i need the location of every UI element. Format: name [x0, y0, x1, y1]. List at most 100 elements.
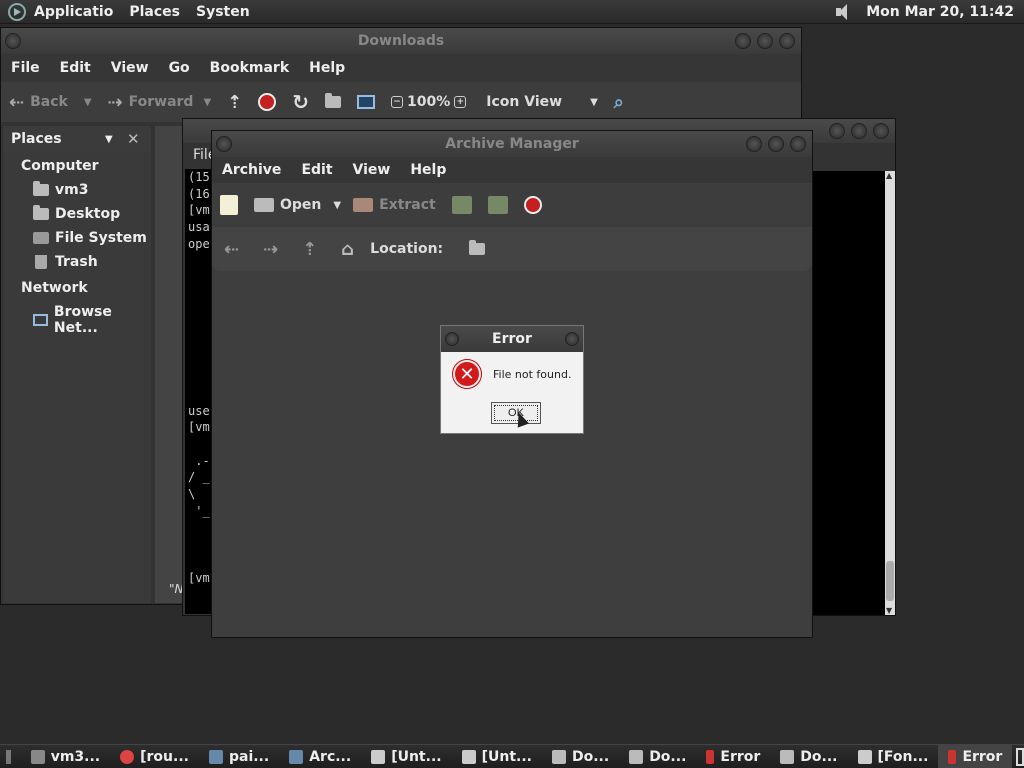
stop-button[interactable]: [250, 93, 284, 111]
taskbar-item-error-2[interactable]: Error: [938, 744, 1013, 768]
zoom-in-icon[interactable]: +: [454, 96, 467, 108]
menu-applications[interactable]: Applicatio: [26, 4, 121, 20]
window-menu-icon[interactable]: [216, 136, 232, 152]
sidebar-close-icon[interactable]: ✕: [127, 130, 140, 148]
minimize-icon[interactable]: [735, 33, 751, 49]
taskbar-item-archive[interactable]: Arc...: [279, 745, 361, 768]
location-bar: ⇠ ⇢ ⇡ ⌂ Location:: [212, 227, 812, 271]
close-icon[interactable]: [790, 136, 806, 152]
sidebar-item-browse-network[interactable]: Browse Net...: [3, 300, 151, 340]
taskbar-item-browser[interactable]: [rou...: [110, 745, 199, 768]
downloads-content[interactable]: "N: [155, 126, 185, 603]
add-files-button[interactable]: [444, 196, 480, 214]
location-folder-icon[interactable]: [469, 240, 486, 255]
menu-file[interactable]: File: [1, 60, 50, 76]
menu-edit[interactable]: Edit: [50, 60, 101, 76]
up-arrow-icon: ⇡: [227, 91, 243, 113]
extract-button[interactable]: Extract: [345, 197, 444, 213]
computer-button[interactable]: [349, 95, 383, 109]
taskbar-item-downloads-2[interactable]: Do...: [619, 745, 696, 768]
new-archive-button[interactable]: [212, 195, 246, 215]
close-icon[interactable]: [565, 332, 579, 346]
back-arrow-icon: ⇠: [9, 91, 25, 113]
sidebar-item-trash[interactable]: Trash: [3, 250, 151, 274]
menu-help[interactable]: Help: [400, 162, 456, 178]
open-button[interactable]: Open: [246, 197, 329, 213]
menu-places[interactable]: Places: [121, 4, 188, 20]
window-menu-icon[interactable]: [5, 33, 21, 49]
menu-bookmarks[interactable]: Bookmark: [200, 60, 299, 76]
workspace-switcher-icon[interactable]: [1016, 747, 1024, 766]
menu-edit[interactable]: Edit: [291, 162, 342, 178]
scroll-up-icon[interactable]: ▲: [886, 171, 892, 180]
close-icon[interactable]: [873, 123, 889, 139]
view-mode-select[interactable]: Icon View ▼: [478, 94, 606, 110]
maximize-icon[interactable]: [757, 33, 773, 49]
up-button[interactable]: ⇡: [219, 92, 250, 113]
taskbar-item-downloads-3[interactable]: Do...: [770, 745, 847, 768]
error-message: File not found.: [493, 367, 572, 381]
taskbar-item-untitled-1[interactable]: [Unt...: [361, 745, 451, 768]
archive-toolbar: Open ▼ Extract: [212, 183, 812, 227]
maximize-icon[interactable]: [851, 123, 867, 139]
volume-icon[interactable]: [834, 4, 852, 20]
forward-dropdown-icon[interactable]: ▼: [203, 97, 211, 108]
places-dropdown-icon[interactable]: ▼: [105, 134, 113, 145]
home-button[interactable]: [317, 93, 349, 108]
menu-system[interactable]: Systen: [188, 4, 258, 20]
taskbar-item-error-1[interactable]: Error: [696, 745, 770, 768]
forward-arrow-icon[interactable]: ⇢: [251, 239, 290, 260]
taskbar-item-downloads-1[interactable]: Do...: [542, 745, 619, 768]
terminal-output[interactable]: (15 (16 [vm usa ope use [vm .- / _ \ '_ [vm: [185, 169, 213, 614]
search-button[interactable]: ⌕: [606, 92, 632, 113]
back-dropdown-icon[interactable]: ▼: [84, 97, 92, 108]
stop-button[interactable]: [516, 196, 550, 214]
open-icon: [254, 198, 274, 212]
places-header[interactable]: Places ▼ ✕: [3, 126, 151, 152]
close-icon[interactable]: [779, 33, 795, 49]
forward-button[interactable]: ⇢ Forward ▼: [100, 92, 220, 113]
menu-archive[interactable]: Archive: [212, 162, 291, 178]
window-menu-icon[interactable]: [445, 332, 459, 346]
scroll-down-icon[interactable]: ▼: [886, 606, 892, 615]
sidebar-item-desktop[interactable]: Desktop: [3, 202, 151, 226]
add-folder-button[interactable]: [480, 196, 516, 214]
scroll-thumb[interactable]: [886, 561, 894, 601]
minimize-icon[interactable]: [829, 123, 845, 139]
archive-titlebar[interactable]: Archive Manager: [212, 131, 812, 157]
clock[interactable]: Mon Mar 20, 11:42: [866, 4, 1014, 20]
minimize-icon[interactable]: [746, 136, 762, 152]
taskbar-item-untitled-2[interactable]: [Unt...: [452, 745, 542, 768]
terminal-right-pane[interactable]: [813, 171, 885, 615]
downloads-titlebar[interactable]: Downloads: [1, 28, 801, 54]
location-label: Location:: [370, 241, 444, 257]
zoom-out-icon[interactable]: −: [391, 96, 404, 108]
menu-help[interactable]: Help: [299, 60, 355, 76]
home-icon[interactable]: ⌂: [329, 239, 366, 260]
terminal-line: [vm: [188, 420, 210, 435]
sidebar-item-vm3[interactable]: vm3: [3, 178, 151, 202]
error-icon: [706, 749, 715, 764]
terminal-scrollbar[interactable]: ▲ ▼: [885, 171, 895, 615]
reload-button[interactable]: ↻: [284, 90, 317, 114]
maximize-icon[interactable]: [768, 136, 784, 152]
up-arrow-icon[interactable]: ⇡: [290, 239, 329, 260]
chrome-icon: [120, 749, 135, 764]
taskbar-item-terminal[interactable]: vm3...: [21, 745, 110, 768]
menu-view[interactable]: View: [101, 60, 159, 76]
taskbar-item-fonts[interactable]: [Fon...: [848, 745, 939, 768]
open-dropdown-button[interactable]: ▼: [329, 200, 345, 211]
sidebar-item-filesystem[interactable]: File System: [3, 226, 151, 250]
paint-icon: [208, 749, 223, 764]
taskbar: vm3... [rou... pai... Arc... [Unt... [Un…: [0, 744, 1024, 768]
menu-go[interactable]: Go: [159, 60, 200, 76]
back-arrow-icon[interactable]: ⇠: [212, 239, 251, 260]
error-titlebar[interactable]: Error: [441, 326, 583, 352]
back-button[interactable]: ⇠ Back ▼: [1, 92, 100, 113]
error-icon: ✕: [453, 360, 481, 388]
menu-view[interactable]: View: [343, 162, 401, 178]
distro-logo-icon[interactable]: [8, 2, 26, 21]
show-desktop-icon[interactable]: [6, 749, 11, 764]
taskbar-item-paint[interactable]: pai...: [199, 745, 279, 768]
